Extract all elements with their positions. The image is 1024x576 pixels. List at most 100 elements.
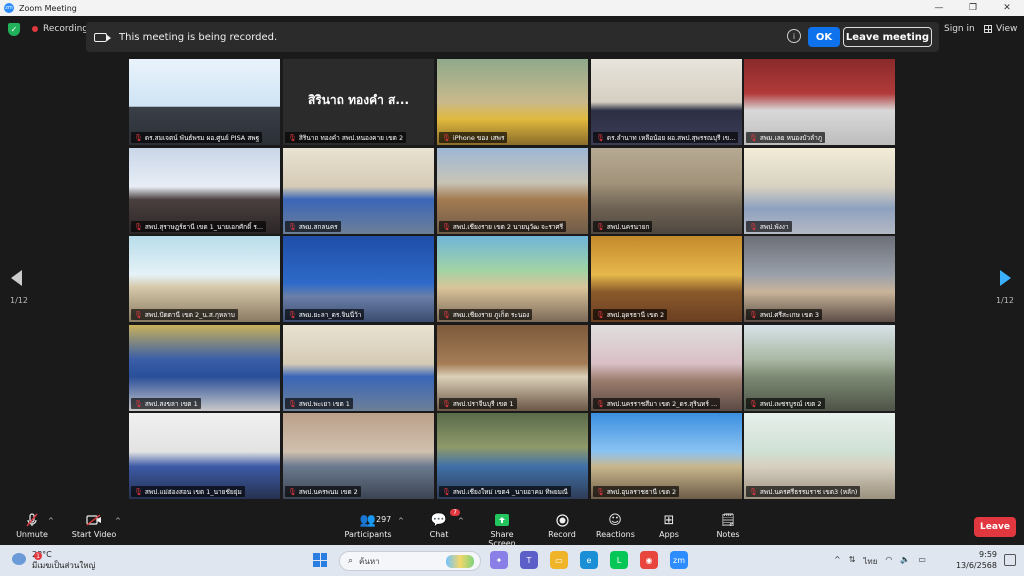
security-shield-icon[interactable]: ✓ bbox=[8, 23, 20, 36]
clock-time: 9:59 bbox=[979, 550, 997, 559]
unmute-button[interactable]: Unmute bbox=[12, 513, 52, 539]
recording-indicator[interactable]: Recording bbox=[32, 24, 88, 34]
start-video-button[interactable]: Start Video bbox=[70, 513, 118, 539]
chrome-icon[interactable]: ◉ bbox=[640, 551, 658, 569]
maximize-icon[interactable]: ❐ bbox=[956, 0, 990, 16]
participant-name-label: 🎙 สพป.นครพนม เขต 2 bbox=[285, 486, 361, 497]
window-title: Zoom Meeting bbox=[19, 3, 77, 13]
next-page-icon[interactable] bbox=[1000, 270, 1011, 286]
video-tile[interactable]: 🎙 สพป.ศรีสะเกษ เขต 3 bbox=[744, 236, 895, 322]
video-tile[interactable]: 🎙 ดร.ลำนาท เหลือน้อย ผอ.สพป.สุพรรณบุรี เข… bbox=[591, 59, 742, 145]
info-icon[interactable]: i bbox=[787, 29, 801, 43]
participant-name: สิรินาถ ทองคำ สพป.หนองคาย เขต 2 bbox=[298, 133, 404, 142]
notifications-icon[interactable] bbox=[1004, 554, 1016, 566]
leave-meeting-button[interactable]: Leave meeting bbox=[843, 27, 932, 47]
notes-label: Notes bbox=[716, 530, 740, 539]
muted-mic-icon: 🎙 bbox=[134, 222, 143, 231]
edge-icon[interactable]: e bbox=[580, 551, 598, 569]
video-tile[interactable]: 🎙 iPhone ของ เสพร bbox=[437, 59, 588, 145]
video-tile[interactable]: 🎙 สพป.แม่ฮ่องสอน เขต 1_นายชัยยุ่ม bbox=[129, 413, 280, 499]
video-tile[interactable]: 🎙 สพม.เชียงราย ภูเก็ต ระนอง bbox=[437, 236, 588, 322]
teams-icon[interactable]: T bbox=[520, 551, 538, 569]
tray-chevron-icon[interactable]: ^ bbox=[834, 555, 841, 568]
apps-button[interactable]: ⊞ Apps bbox=[656, 513, 682, 540]
weather-widget[interactable]: 1 28°C มีเมฆเป็นส่วนใหญ่ bbox=[12, 549, 95, 571]
search-placeholder: ค้นหา bbox=[359, 556, 380, 566]
participant-name: สพป.สงขลา เขต 1 bbox=[144, 399, 198, 408]
video-tile[interactable]: 🎙 สพป.พังงา bbox=[744, 148, 895, 234]
muted-mic-icon: 🎙 bbox=[442, 222, 451, 231]
taskbar-search-box[interactable]: ⌕ ค้นหา bbox=[339, 551, 481, 571]
file-explorer-icon[interactable]: ▭ bbox=[550, 551, 568, 569]
previous-page-icon[interactable] bbox=[11, 270, 22, 286]
taskbar-clock[interactable]: 9:59 13/6/2568 bbox=[955, 549, 997, 571]
video-tile[interactable]: 🎙 สพป.สงขลา เขต 1 bbox=[129, 325, 280, 411]
participant-name: สพป.นครศรีธรรมราช เขต3 (หลัก) bbox=[759, 487, 858, 496]
language-indicator[interactable]: ไทย bbox=[863, 555, 877, 568]
video-tile[interactable]: 🎙 สพม.เลย หนองบัวลำภู bbox=[744, 59, 895, 145]
participant-name-label: 🎙 สพม.เชียงราย ภูเก็ต ระนอง bbox=[439, 309, 533, 320]
video-tile[interactable]: 🎙 สพป.นครศรีธรรมราช เขต3 (หลัก) bbox=[744, 413, 895, 499]
participant-name: สพม.ยะลา_ดร.จินนี่ว้า bbox=[298, 310, 362, 319]
muted-mic-icon: 🎙 bbox=[134, 487, 143, 496]
line-icon[interactable]: L bbox=[610, 551, 628, 569]
muted-mic-icon: 🎙 bbox=[442, 310, 451, 319]
wifi-icon[interactable]: ◠ bbox=[885, 555, 892, 568]
participant-count: 297 bbox=[376, 515, 392, 524]
view-button[interactable]: View bbox=[984, 24, 1017, 34]
video-tile[interactable]: สิรินาถ ทองคำ ส... 🎙 สิรินาถ ทองคำ สพป.หนอ… bbox=[283, 59, 434, 145]
participant-name: สพป.เชียงใหม่ เขต4 _นายอาคม ทิพยมณี bbox=[452, 487, 568, 496]
participant-name-label: 🎙 ดร.สมเจตน์ พันธ์พรม ผอ.ศูนย์ PISA สพฐ bbox=[131, 132, 263, 143]
zoom-taskbar-icon[interactable]: zm bbox=[670, 551, 688, 569]
video-tile[interactable]: 🎙 สพป.เพชรบูรณ์ เขต 2 bbox=[744, 325, 895, 411]
audio-options-chevron-icon[interactable]: ^ bbox=[48, 517, 54, 525]
search-highlight-image bbox=[446, 555, 474, 568]
windows-start-icon[interactable] bbox=[313, 553, 327, 567]
video-tile[interactable]: 🎙 สพป.เชียงราย เขต 2 นายนุวัฒ จะราศรี bbox=[437, 148, 588, 234]
video-tile[interactable]: 🎙 สพป.อุบลราชธานี เขต 2 bbox=[591, 413, 742, 499]
chat-button[interactable]: 💬 7 Chat bbox=[424, 509, 460, 539]
video-tile[interactable]: 🎙 สพป.นครนายก bbox=[591, 148, 742, 234]
muted-mic-icon: 🎙 bbox=[288, 310, 297, 319]
notes-button[interactable]: 🗒 Notes bbox=[715, 513, 741, 540]
copilot-icon[interactable]: ✦ bbox=[490, 551, 508, 569]
video-options-chevron-icon[interactable]: ^ bbox=[115, 517, 121, 525]
speaker-icon[interactable]: 🔈 bbox=[900, 555, 910, 568]
record-icon bbox=[545, 513, 579, 527]
participant-name: สพม.เชียงราย ภูเก็ต ระนอง bbox=[452, 310, 530, 319]
video-tile[interactable]: 🎙 สพป.สุราษฎร์ธานี เขต 1_นายเอกศักดิ์ ร..… bbox=[129, 148, 280, 234]
video-grid: 🎙 ดร.สมเจตน์ พันธ์พรม ผอ.ศูนย์ PISA สพฐ สิ… bbox=[129, 59, 895, 499]
smiley-icon: ☺ bbox=[608, 512, 622, 528]
chat-chevron-icon[interactable]: ^ bbox=[458, 517, 464, 525]
participant-display-name: สิรินาถ ทองคำ ส... bbox=[307, 93, 410, 107]
meeting-toolbar: Unmute ^ Start Video ^ 👥 Participants 29… bbox=[0, 505, 1024, 548]
video-tile[interactable]: 🎙 สพป.นครราชสีมา เขต 2_ดร.สุรินทร์ ... bbox=[591, 325, 742, 411]
video-tile[interactable]: 🎙 สพป.ปัตตานี เขต 2_น.ส.กุหลาบ bbox=[129, 236, 280, 322]
network-status-icon[interactable]: ⇅ bbox=[849, 555, 856, 568]
title-bar: zm Zoom Meeting — ❐ ✕ bbox=[0, 0, 1024, 16]
video-tile[interactable]: 🎙 สพป.เชียงใหม่ เขต4 _นายอาคม ทิพยมณี bbox=[437, 413, 588, 499]
video-tile[interactable]: 🎙 สพป.นครพนม เขต 2 bbox=[283, 413, 434, 499]
ok-button[interactable]: OK bbox=[808, 27, 840, 47]
video-tile[interactable]: 🎙 สพป.อุดรธานี เขต 2 bbox=[591, 236, 742, 322]
battery-icon[interactable]: ▭ bbox=[918, 555, 926, 568]
muted-mic-icon bbox=[12, 513, 52, 527]
participants-chevron-icon[interactable]: ^ bbox=[398, 517, 404, 525]
video-tile[interactable]: 🎙 สพป.ปราจีนบุรี เขต 1 bbox=[437, 325, 588, 411]
participant-name: สพป.นครนายก bbox=[606, 222, 650, 231]
leave-button[interactable]: Leave bbox=[974, 517, 1016, 537]
video-tile[interactable]: 🎙 สพม.สกลนคร bbox=[283, 148, 434, 234]
share-screen-button[interactable]: Share Screen bbox=[476, 513, 528, 548]
participant-name-label: 🎙 สพป.อุบลราชธานี เขต 2 bbox=[593, 486, 680, 497]
record-button[interactable]: Record bbox=[545, 513, 579, 539]
clock-date: 13/6/2568 bbox=[955, 561, 997, 570]
reactions-button[interactable]: ☺ Reactions bbox=[596, 512, 635, 540]
minimize-icon[interactable]: — bbox=[922, 0, 956, 16]
video-tile[interactable]: 🎙 ดร.สมเจตน์ พันธ์พรม ผอ.ศูนย์ PISA สพฐ bbox=[129, 59, 280, 145]
participant-name: สพป.ศรีสะเกษ เขต 3 bbox=[759, 310, 820, 319]
video-tile[interactable]: 🎙 สพม.ยะลา_ดร.จินนี่ว้า bbox=[283, 236, 434, 322]
video-tile[interactable]: 🎙 สพป.พะเยา เขต 1 bbox=[283, 325, 434, 411]
sign-in-link[interactable]: Sign in bbox=[944, 24, 975, 34]
close-icon[interactable]: ✕ bbox=[990, 0, 1024, 16]
participant-name-label: 🎙 สพป.อุดรธานี เขต 2 bbox=[593, 309, 668, 320]
